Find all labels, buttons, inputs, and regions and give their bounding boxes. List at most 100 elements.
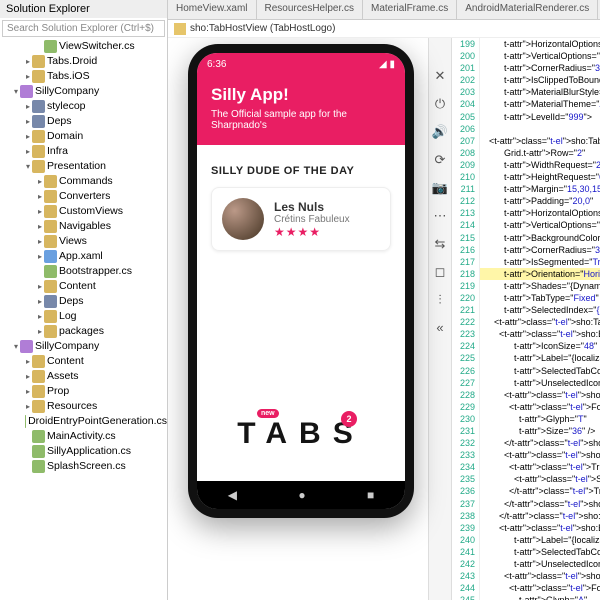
- tree-item[interactable]: ▸Navigables: [2, 219, 167, 234]
- document-tabs[interactable]: HomeView.xamlResourcesHelper.csMaterialF…: [168, 0, 600, 20]
- code-line[interactable]: t-attr">IsSegmented="True": [480, 256, 600, 268]
- code-line[interactable]: <t-attr">class="t-el">sho:BottomTabItem.…: [480, 389, 600, 401]
- nav-back-icon[interactable]: ◀: [228, 488, 237, 502]
- code-line[interactable]: t-attr">TabType="Fixed": [480, 292, 600, 304]
- code-line[interactable]: [480, 123, 600, 135]
- code-line[interactable]: <t-attr">class="t-el">sho:TabHostView x:…: [480, 135, 600, 147]
- code-line[interactable]: <t-attr">class="t-el">sho:BottomTabItem.…: [480, 570, 600, 582]
- code-line[interactable]: t-attr">HorizontalOptions="Center": [480, 207, 600, 219]
- tree-item[interactable]: ▸Views: [2, 234, 167, 249]
- code-line[interactable]: </t-attr">class="t-el">Trigger>: [480, 485, 600, 497]
- code-line[interactable]: t-attr">MaterialTheme="AcrylicBlur": [480, 98, 600, 110]
- code-line[interactable]: t-attr">Label="{localization:Translate T…: [480, 352, 600, 364]
- code-line[interactable]: <t-attr">class="t-el">sho:BottomTabItem …: [480, 522, 600, 534]
- doc-tab[interactable]: ResourcesHelper.cs: [257, 0, 363, 19]
- code-line[interactable]: t-attr">UnselectedIconColor="■{StaticRes…: [480, 377, 600, 389]
- tree-item[interactable]: ▸App.xaml: [2, 249, 167, 264]
- tree-item[interactable]: Bootstrapper.cs: [2, 264, 167, 279]
- code-line[interactable]: <t-attr">class="t-el">FontImageSource t-…: [480, 582, 600, 594]
- emulator-tool-icon[interactable]: 📷: [432, 180, 448, 196]
- emulator-tool-icon[interactable]: ⏻: [435, 96, 445, 112]
- code-line[interactable]: t-attr">SelectedTabColor="■{StaticResour…: [480, 546, 600, 558]
- emulator-tool-icon[interactable]: ⟳: [435, 152, 446, 168]
- code-line[interactable]: Grid.t-attr">Row="2": [480, 147, 600, 159]
- code-line[interactable]: t-attr">Margin="15,30,15,15": [480, 183, 600, 195]
- tree-item[interactable]: SillyApplication.cs: [2, 444, 167, 459]
- tree-item[interactable]: ▸packages: [2, 324, 167, 339]
- code-line[interactable]: t-attr">SelectedTabColor="■{StaticResour…: [480, 365, 600, 377]
- code-line[interactable]: t-attr">HorizontalOptions="Center": [480, 38, 600, 50]
- code-lines[interactable]: t-attr">HorizontalOptions="Center" t-att…: [480, 38, 600, 600]
- phone-screen[interactable]: 6:36 ◢ ▮ Silly App! The Official sample …: [197, 53, 405, 509]
- emulator-tool-icon[interactable]: ⋯: [434, 208, 447, 224]
- nav-recent-icon[interactable]: ■: [367, 488, 374, 502]
- doc-tab[interactable]: HomeView.xaml: [168, 0, 257, 19]
- tree-item[interactable]: ▸Assets: [2, 369, 167, 384]
- tree-item[interactable]: ViewSwitcher.cs: [2, 39, 167, 54]
- tree-item[interactable]: ▾SillyCompany: [2, 84, 167, 99]
- emulator-toolstrip[interactable]: ✕ ⏻ 🔊 ⟳ 📷 ⋯ ⇆ ◻ ⫶ «: [428, 38, 452, 600]
- tree-item[interactable]: SplashScreen.cs: [2, 459, 167, 474]
- code-line[interactable]: t-attr">LevelId="999">: [480, 111, 600, 123]
- code-line[interactable]: t-attr">Label="{localization:Translate T…: [480, 534, 600, 546]
- code-line[interactable]: <t-attr">class="t-el">FontImageSource t-…: [480, 401, 600, 413]
- code-line[interactable]: </t-attr">class="t-el">sho:BottomTabItem…: [480, 437, 600, 449]
- tree-item[interactable]: ▸stylecop: [2, 99, 167, 114]
- code-line[interactable]: </t-attr">class="t-el">sho:BottomTabItem…: [480, 510, 600, 522]
- code-line[interactable]: <t-attr">class="t-el">sho:TabHostView.Ta…: [480, 316, 600, 328]
- tree-item[interactable]: ▸Commands: [2, 174, 167, 189]
- emulator-tool-icon[interactable]: 🔊: [432, 124, 448, 140]
- tree-item[interactable]: ▸Resources: [2, 399, 167, 414]
- code-line[interactable]: t-attr">Orientation="Horizontal": [480, 268, 600, 280]
- tabs-logo[interactable]: new TABS 2: [211, 417, 391, 469]
- code-line[interactable]: t-attr">Glyph="T": [480, 413, 600, 425]
- tree-item[interactable]: DroidEntryPointGeneration.cs: [2, 414, 167, 429]
- solution-tree[interactable]: ViewSwitcher.cs▸Tabs.Droid▸Tabs.iOS▾Sill…: [0, 39, 167, 600]
- tree-item[interactable]: ▸Content: [2, 354, 167, 369]
- breadcrumb[interactable]: sho:TabHostView (TabHostLogo): [168, 20, 600, 38]
- emulator-tool-icon[interactable]: ⫶: [438, 292, 441, 308]
- code-line[interactable]: t-attr">SelectedIndex="{Binding "t-attr"…: [480, 304, 600, 316]
- tree-item[interactable]: ▸Domain: [2, 129, 167, 144]
- tree-item[interactable]: ▸Infra: [2, 144, 167, 159]
- tree-item[interactable]: ▸Content: [2, 279, 167, 294]
- doc-tab[interactable]: MaterialFrame.cs: [363, 0, 457, 19]
- code-line[interactable]: t-attr">VerticalOptions="Start": [480, 219, 600, 231]
- code-line[interactable]: <t-attr">class="t-el">sho:BottomTabItem …: [480, 328, 600, 340]
- code-line[interactable]: t-attr">IsClippedToBounds="False": [480, 74, 600, 86]
- tree-item[interactable]: ▾Presentation: [2, 159, 167, 174]
- solution-explorer-search[interactable]: Search Solution Explorer (Ctrl+$): [2, 20, 165, 37]
- code-line[interactable]: t-attr">CornerRadius="30": [480, 62, 600, 74]
- code-line[interactable]: t-attr">HeightRequest="60": [480, 171, 600, 183]
- nav-home-icon[interactable]: ●: [298, 488, 305, 502]
- code-editor[interactable]: 1992002012022032042052062072082092102112…: [452, 38, 600, 600]
- tree-item[interactable]: ▸Deps: [2, 114, 167, 129]
- tree-item[interactable]: ▸Converters: [2, 189, 167, 204]
- emulator-tool-icon[interactable]: «: [436, 320, 443, 335]
- code-line[interactable]: t-attr">VerticalOptions="Start": [480, 50, 600, 62]
- tree-item[interactable]: ▸CustomViews: [2, 204, 167, 219]
- code-line[interactable]: t-attr">Glyph="A": [480, 594, 600, 600]
- code-line[interactable]: <t-attr">class="t-el">Trigger t-attr">Ta…: [480, 461, 600, 473]
- code-line[interactable]: <t-attr">class="t-el">Setter t-attr">Pro…: [480, 473, 600, 485]
- emulator-tool-icon[interactable]: ✕: [435, 68, 446, 84]
- android-navbar[interactable]: ◀ ● ■: [197, 481, 405, 509]
- code-line[interactable]: t-attr">CornerRadius="30": [480, 244, 600, 256]
- dude-card[interactable]: Les Nuls Crétins Fabuleux ★★★★: [211, 187, 391, 251]
- code-line[interactable]: t-attr">Padding="20,0": [480, 195, 600, 207]
- code-line[interactable]: </t-attr">class="t-el">sho:BottomTabItem…: [480, 498, 600, 510]
- code-line[interactable]: t-attr">Size="36" />: [480, 425, 600, 437]
- code-line[interactable]: t-attr">WidthRequest="200": [480, 159, 600, 171]
- code-line[interactable]: t-attr">BackgroundColor="{DynamicResourc…: [480, 232, 600, 244]
- code-line[interactable]: <t-attr">class="t-el">sho:BottomTabItem.…: [480, 449, 600, 461]
- emulator-tool-icon[interactable]: ⇆: [435, 236, 446, 252]
- tree-item[interactable]: ▸Log: [2, 309, 167, 324]
- tree-item[interactable]: ▸Tabs.iOS: [2, 69, 167, 84]
- code-line[interactable]: t-attr">Shades="{DynamicResource Dynamic…: [480, 280, 600, 292]
- tree-item[interactable]: ▸Tabs.Droid: [2, 54, 167, 69]
- tree-item[interactable]: ▸Prop: [2, 384, 167, 399]
- doc-tab[interactable]: AndroidMaterialRenderer.cs: [457, 0, 598, 19]
- emulator-tool-icon[interactable]: ◻: [435, 264, 446, 280]
- code-line[interactable]: t-attr">UnselectedIconColor="■{StaticRes…: [480, 558, 600, 570]
- tree-item[interactable]: ▾SillyCompany: [2, 339, 167, 354]
